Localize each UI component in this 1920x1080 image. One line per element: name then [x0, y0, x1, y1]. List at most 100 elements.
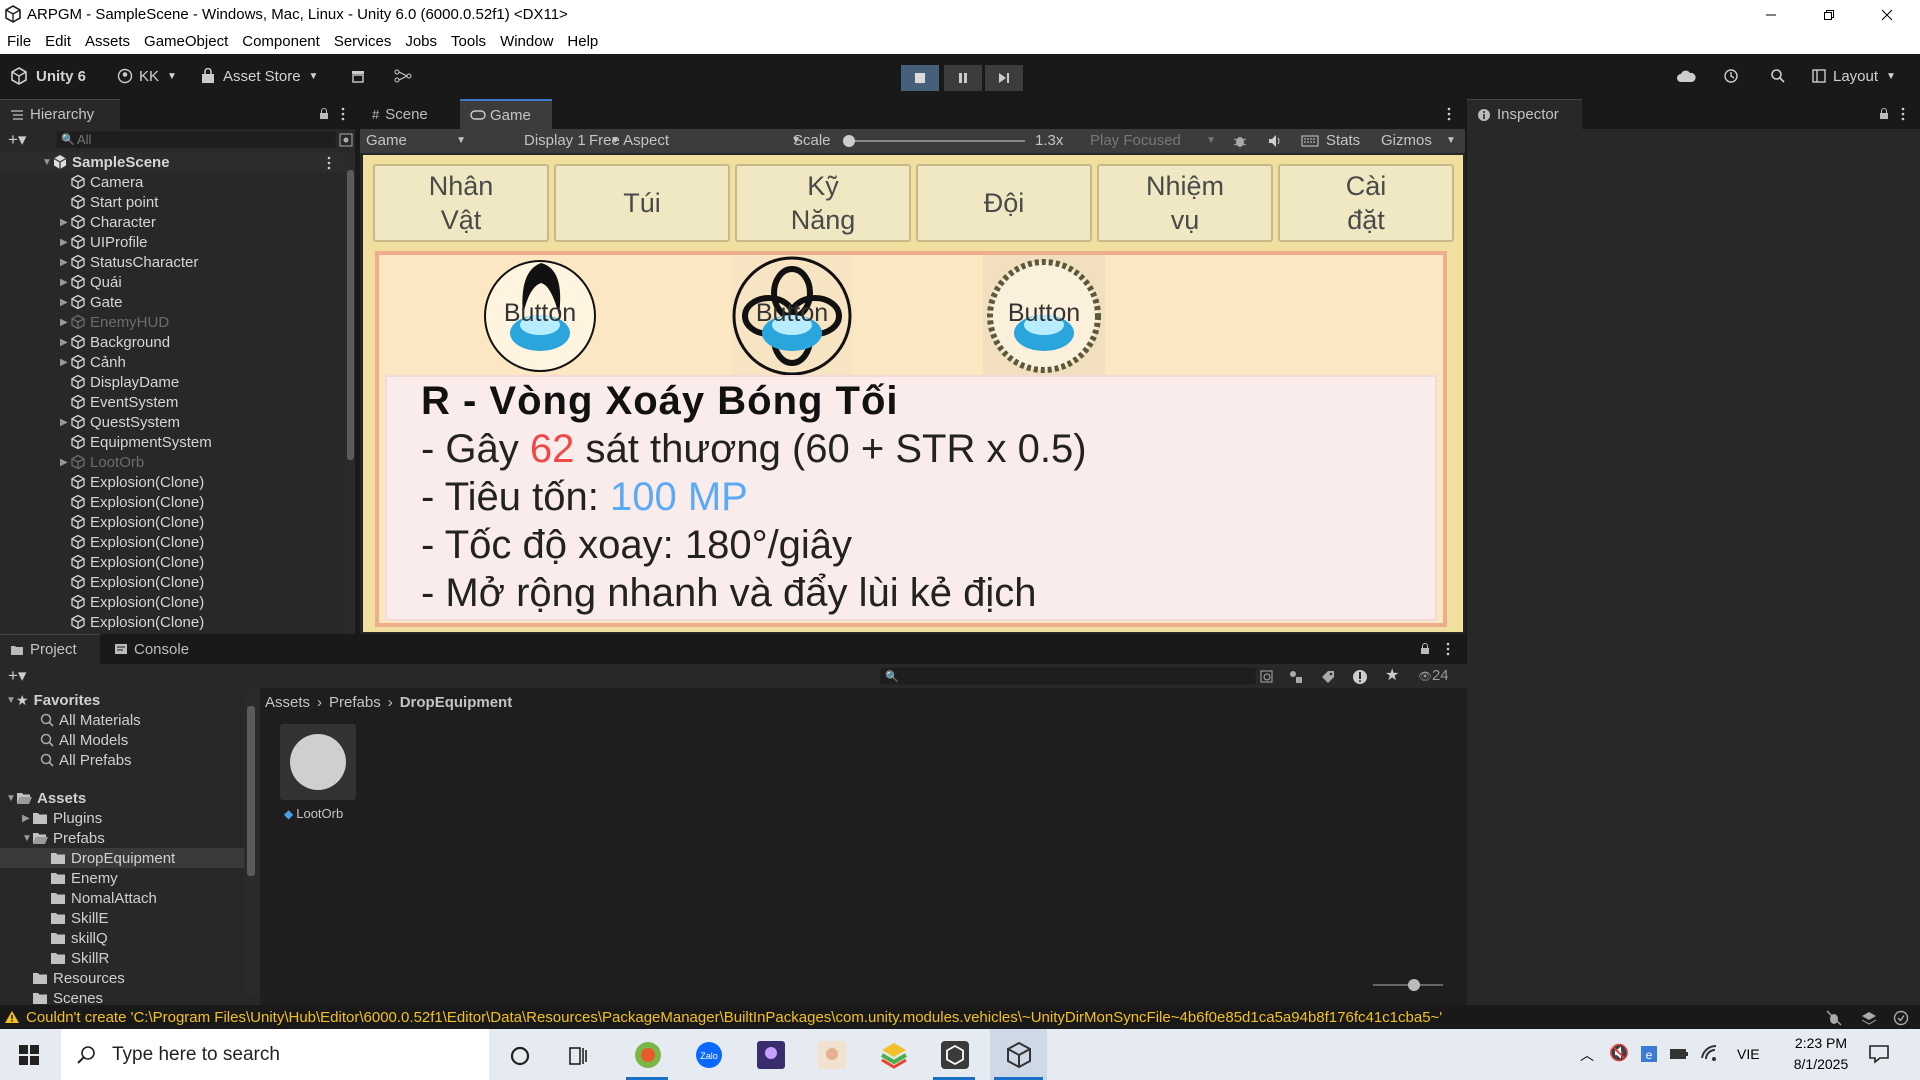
layers-icon[interactable]	[1861, 1010, 1877, 1026]
expand-arrow-icon[interactable]: ▼	[6, 695, 16, 706]
pause-button[interactable]	[944, 65, 982, 91]
status-bar[interactable]: Couldn't create 'C:\Program Files\Unity\…	[0, 1005, 1920, 1029]
game-tab-button[interactable]: Cài đặt	[1278, 164, 1454, 242]
more-icon[interactable]	[1900, 107, 1906, 121]
expand-arrow-icon[interactable]: ▶	[60, 297, 70, 308]
chevron-down-icon[interactable]: ▼	[1446, 135, 1456, 146]
scrollbar-thumb[interactable]	[347, 170, 354, 460]
expand-arrow-icon[interactable]: ▶	[60, 357, 70, 368]
hierarchy-item[interactable]: ▶ EnemyHUD	[0, 312, 169, 332]
expand-arrow-icon[interactable]: ▶	[60, 257, 70, 268]
favorites-root[interactable]: ▼ ★ Favorites	[0, 690, 244, 710]
expand-arrow-icon[interactable]: ▼	[42, 157, 52, 168]
thumbnail-size-slider[interactable]	[1373, 979, 1443, 991]
package-button[interactable]	[351, 63, 365, 89]
play-button[interactable]	[901, 65, 939, 91]
hierarchy-item[interactable]: ▶ UIProfile	[0, 232, 148, 252]
restore-button[interactable]	[1806, 0, 1852, 29]
tab-game[interactable]: Game	[460, 99, 552, 129]
slider-thumb[interactable]	[843, 135, 855, 147]
menu-item-edit[interactable]: Edit	[45, 33, 71, 50]
tray-app-icon[interactable]: e	[1640, 1045, 1658, 1063]
menu-item-jobs[interactable]: Jobs	[405, 33, 437, 50]
taskbar-app-character[interactable]	[745, 1037, 795, 1080]
more-icon[interactable]	[340, 107, 346, 121]
game-tab-button[interactable]: Kỹ Năng	[735, 164, 911, 242]
gizmos-button[interactable]: Gizmos	[1381, 132, 1432, 149]
cortana-icon[interactable]	[509, 1045, 531, 1067]
expand-arrow-icon[interactable]: ▶	[60, 417, 70, 428]
skill-button-3[interactable]: Button	[983, 255, 1105, 377]
scene-root-row[interactable]: ▼ SampleScene	[0, 152, 345, 172]
expand-arrow-icon[interactable]: ▶	[60, 217, 70, 228]
stats-button[interactable]: Stats	[1326, 132, 1360, 149]
menu-item-file[interactable]: File	[7, 33, 31, 50]
hierarchy-item[interactable]: ▶ Quái	[0, 272, 122, 292]
hierarchy-item[interactable]: ▶ Character	[0, 212, 156, 232]
menu-item-services[interactable]: Services	[334, 33, 392, 50]
folder-item[interactable]: ▼ Prefabs	[0, 828, 244, 848]
taskbar-app-anime[interactable]	[806, 1037, 856, 1080]
favorite-item[interactable]: All Models	[0, 730, 244, 750]
game-tab-button[interactable]: Túi	[554, 164, 730, 242]
tab-console[interactable]: Console	[104, 634, 204, 664]
expand-arrow-icon[interactable]: ▶	[60, 277, 70, 288]
favorite-star-icon[interactable]: ★	[1385, 665, 1399, 685]
folder-item[interactable]: SkillE	[0, 908, 244, 928]
battery-icon[interactable]	[1669, 1047, 1689, 1061]
hierarchy-item[interactable]: Explosion(Clone)	[0, 592, 204, 612]
asset-store-dropdown[interactable]: Asset Store ▼	[201, 63, 318, 89]
step-button[interactable]	[985, 65, 1023, 91]
hierarchy-item[interactable]: Explosion(Clone)	[0, 612, 204, 632]
game-tab-button[interactable]: Nhiệm vụ	[1097, 164, 1273, 242]
taskbar-app-bluestacks[interactable]	[868, 1037, 918, 1080]
folder-tree-scrollbar[interactable]	[244, 690, 258, 995]
favorite-item[interactable]: All Prefabs	[0, 750, 244, 770]
menu-item-window[interactable]: Window	[500, 33, 553, 50]
search-button[interactable]	[1770, 63, 1786, 89]
game-mode-dropdown[interactable]: Game ▼	[366, 132, 466, 149]
taskbar-app-unity-hub[interactable]	[929, 1037, 979, 1080]
tab-inspector[interactable]: Inspector	[1467, 99, 1582, 129]
notification-icon[interactable]	[1868, 1044, 1890, 1064]
folder-item[interactable]: Resources	[0, 968, 244, 988]
hierarchy-item[interactable]: ▶ StatusCharacter	[0, 252, 198, 272]
skill-button-1[interactable]: Button	[479, 255, 601, 377]
hierarchy-item[interactable]: Explosion(Clone)	[0, 552, 204, 572]
game-tab-button[interactable]: Nhân Vật	[373, 164, 549, 242]
unity-account-menu[interactable]: Unity 6	[10, 63, 86, 89]
hierarchy-search-input[interactable]: 🔍 All	[56, 131, 336, 148]
filter-type-icon[interactable]	[1289, 670, 1303, 684]
hierarchy-item[interactable]: EquipmentSystem	[0, 432, 212, 452]
more-icon[interactable]	[1445, 642, 1451, 656]
lock-icon[interactable]	[1878, 108, 1890, 120]
hierarchy-item[interactable]: Explosion(Clone)	[0, 572, 204, 592]
audio-icon[interactable]	[1268, 134, 1284, 148]
lock-icon[interactable]	[1419, 643, 1431, 655]
hierarchy-item[interactable]: Camera	[0, 172, 143, 192]
hierarchy-item[interactable]: Explosion(Clone)	[0, 532, 204, 552]
expand-arrow-icon[interactable]: ▼	[6, 793, 16, 804]
tray-chevron-up-icon[interactable]: ︿	[1580, 1045, 1594, 1065]
version-control-button[interactable]	[394, 63, 412, 89]
asset-label[interactable]: ◆ LootOrb	[284, 806, 343, 821]
expand-arrow-icon[interactable]: ▶	[60, 337, 70, 348]
menu-item-gameobject[interactable]: GameObject	[144, 33, 228, 50]
check-circle-icon[interactable]	[1893, 1010, 1909, 1026]
add-object-button[interactable]: +▾	[8, 130, 26, 150]
folder-item[interactable]: Enemy	[0, 868, 244, 888]
folder-item[interactable]: skillQ	[0, 928, 244, 948]
play-focused-dropdown[interactable]: Play Focused ▼	[1090, 132, 1216, 149]
taskbar-search-box[interactable]: Type here to search	[61, 1029, 489, 1080]
scrollbar-thumb[interactable]	[247, 706, 255, 876]
visibility-count[interactable]: 👁24	[1418, 667, 1449, 684]
lock-icon[interactable]	[318, 108, 330, 120]
tab-project[interactable]: Project	[0, 634, 100, 664]
breadcrumb-item[interactable]: DropEquipment	[400, 694, 513, 711]
debug-off-icon[interactable]	[1826, 1010, 1842, 1026]
tab-hierarchy[interactable]: Hierarchy	[0, 99, 120, 129]
minimize-button[interactable]	[1748, 0, 1794, 29]
keyboard-icon[interactable]	[1301, 134, 1319, 148]
close-button[interactable]	[1864, 0, 1910, 29]
bug-icon[interactable]	[1232, 133, 1248, 149]
